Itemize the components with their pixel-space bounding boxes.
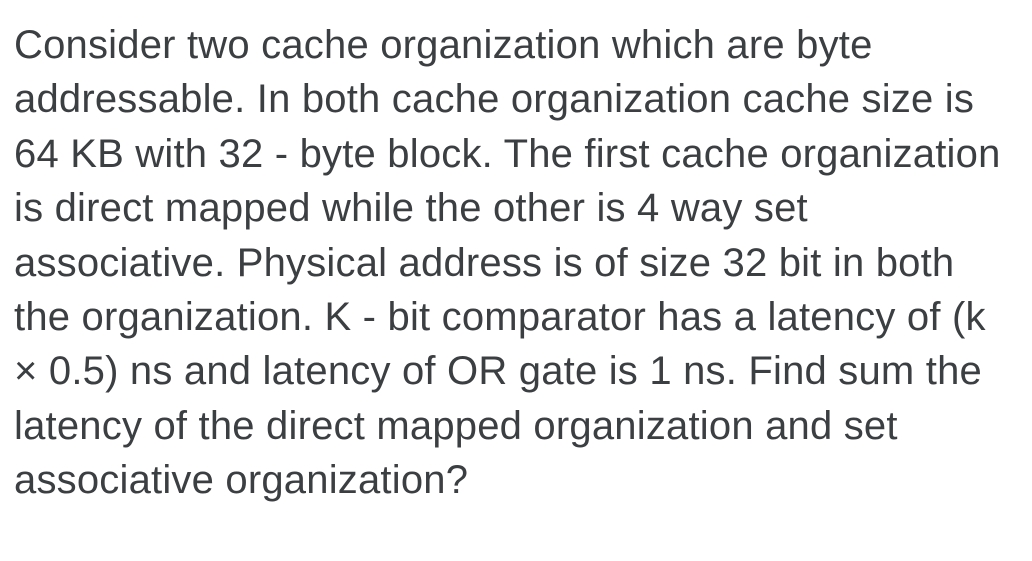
- question-text: Consider two cache organization which ar…: [14, 18, 1018, 508]
